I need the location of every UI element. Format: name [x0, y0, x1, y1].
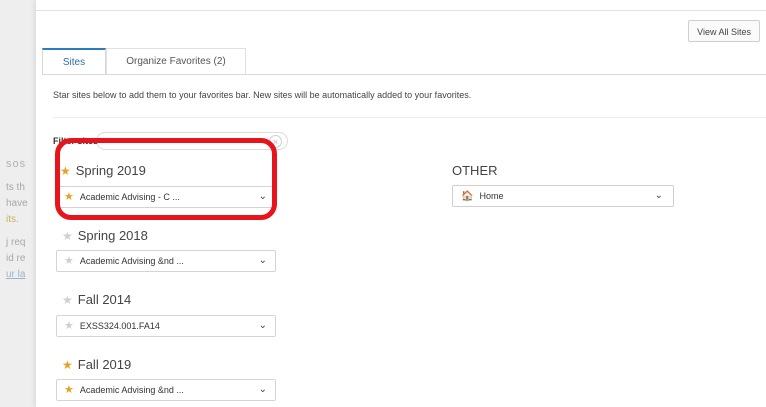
chevron-down-icon: ⌄	[258, 384, 267, 395]
site-name: EXSS324.001.FA14	[79, 321, 160, 331]
background-page: sos ts th have its. j req id re ur la	[0, 0, 36, 407]
term-heading-spring-2019: ★ Spring 2019	[60, 163, 146, 178]
home-label: Home	[479, 191, 504, 201]
site-select-fall-2014[interactable]: ★ EXSS324.001.FA14 ⌄	[56, 315, 276, 337]
clear-filter-icon[interactable]: ×	[269, 135, 282, 148]
view-all-sites-button[interactable]: View All Sites	[688, 20, 760, 42]
background-text: j req	[6, 237, 26, 248]
star-icon[interactable]: ★	[60, 164, 71, 178]
star-icon[interactable]: ★	[64, 384, 74, 396]
filter-sites-label: Filter sites	[53, 136, 99, 146]
term-title: Fall 2014	[77, 292, 132, 307]
site-name: Academic Advising &nd ...	[79, 385, 184, 395]
chevron-down-icon: ⌄	[258, 320, 267, 331]
term-title: Fall 2019	[77, 357, 132, 372]
term-title: Spring 2018	[77, 228, 148, 243]
divider	[53, 117, 766, 118]
tab-sites[interactable]: Sites	[42, 48, 106, 74]
site-select-fall-2019[interactable]: ★ Academic Advising &nd ... ⌄	[56, 379, 276, 401]
other-heading: OTHER	[452, 163, 498, 178]
chevron-down-icon: ⌄	[654, 190, 663, 201]
background-text: ts th	[6, 182, 25, 193]
site-name: Academic Advising &nd ...	[79, 256, 184, 266]
instructions-text: Star sites below to add them to your fav…	[53, 90, 472, 100]
chevron-down-icon: ⌄	[258, 191, 267, 202]
site-select-spring-2018[interactable]: ★ Academic Advising &nd ... ⌄	[56, 250, 276, 272]
term-heading-spring-2018: ★ Spring 2018	[62, 228, 148, 243]
site-name: Academic Advising - C ...	[79, 192, 180, 202]
divider	[42, 74, 766, 75]
divider	[36, 10, 766, 11]
tab-organize-favorites[interactable]: Organize Favorites (2)	[106, 48, 246, 74]
term-heading-fall-2019: ★ Fall 2019	[62, 357, 131, 372]
term-title: Spring 2019	[75, 163, 146, 178]
home-select[interactable]: 🏠 Home ⌄	[452, 185, 674, 207]
chevron-down-icon: ⌄	[258, 255, 267, 266]
background-link[interactable]: ur la	[6, 269, 25, 280]
star-outline-icon[interactable]: ★	[64, 320, 74, 332]
star-icon[interactable]: ★	[64, 191, 74, 203]
star-outline-icon[interactable]: ★	[62, 229, 73, 243]
filter-sites-input[interactable]	[96, 132, 288, 150]
star-outline-icon[interactable]: ★	[64, 255, 74, 267]
background-text: have	[6, 198, 28, 209]
background-text: sos	[6, 158, 27, 170]
background-text: its.	[6, 214, 19, 225]
background-text: id re	[6, 253, 26, 264]
site-select-spring-2019[interactable]: ★ Academic Advising - C ... ⌄	[56, 186, 276, 208]
term-heading-fall-2014: ★ Fall 2014	[62, 292, 131, 307]
sites-panel: View All Sites Sites Organize Favorites …	[36, 0, 766, 407]
star-outline-icon[interactable]: ★	[62, 293, 73, 307]
home-icon: 🏠	[461, 191, 474, 202]
star-icon[interactable]: ★	[62, 358, 73, 372]
